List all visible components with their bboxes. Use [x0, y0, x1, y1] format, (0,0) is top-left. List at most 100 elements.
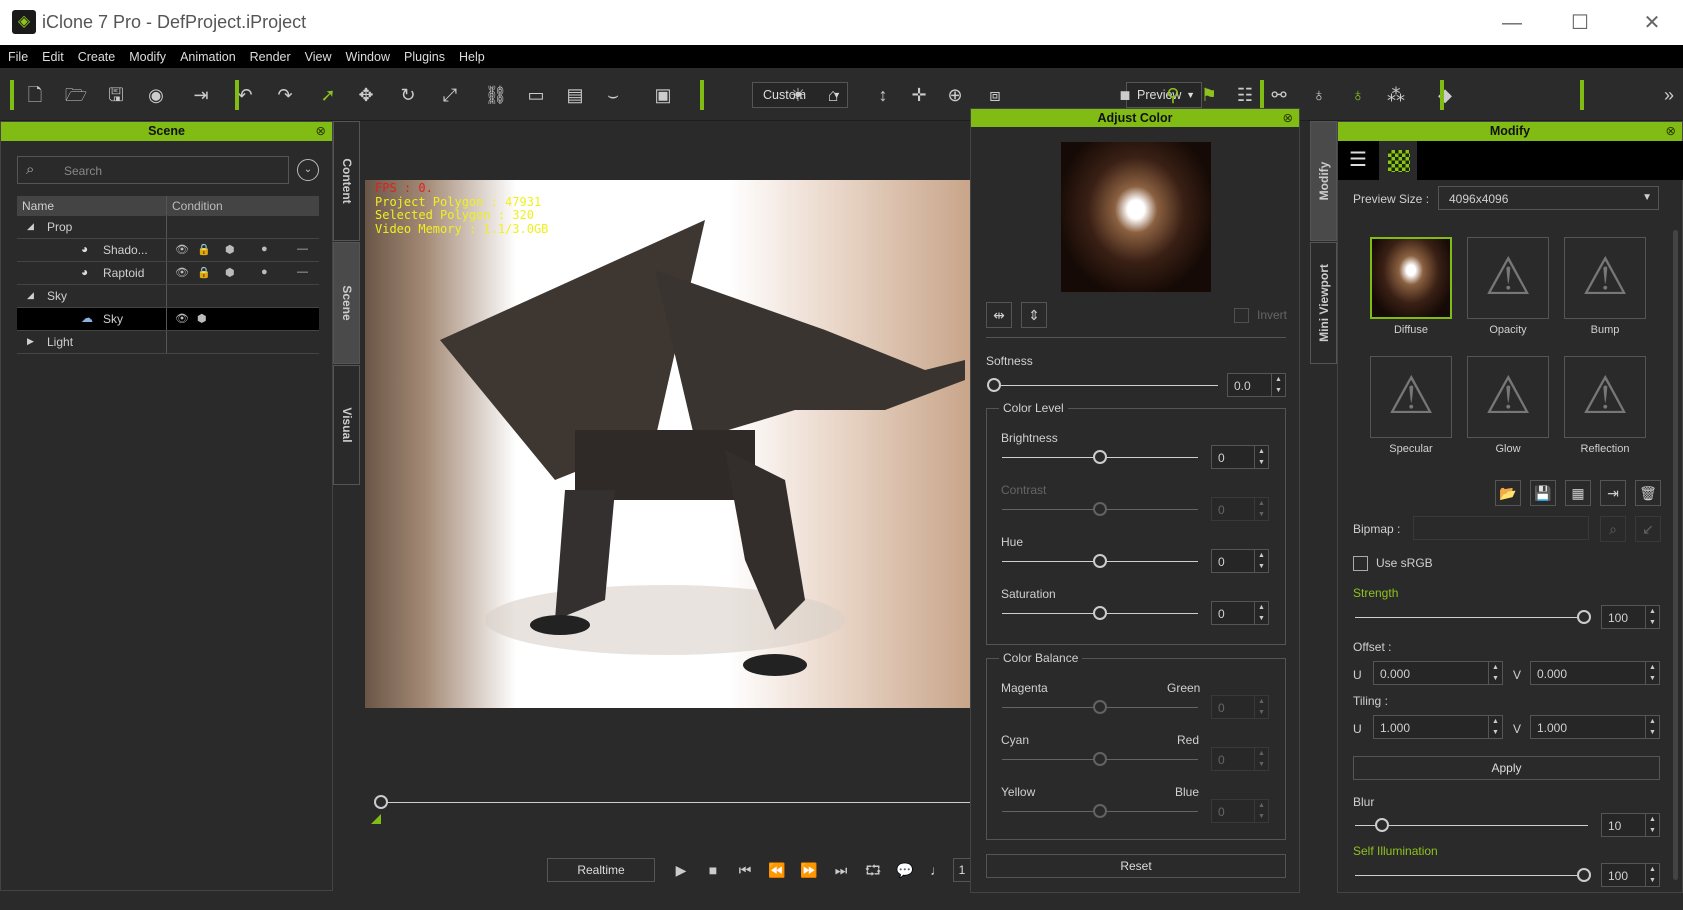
contrast-slider[interactable] — [1002, 502, 1198, 516]
slider-knob[interactable] — [1577, 610, 1591, 624]
select-arrow-icon[interactable]: ➚ — [315, 82, 341, 108]
menu-view[interactable]: View — [305, 50, 332, 64]
bipmap-clear-button[interactable]: ↙ — [1635, 516, 1661, 542]
slider-knob[interactable] — [1093, 554, 1107, 568]
strength-field[interactable]: 100 ▲ ▼ — [1601, 605, 1660, 629]
tab-modify[interactable]: Modify — [1310, 121, 1337, 241]
link-icon[interactable]: ⛓ — [483, 82, 509, 108]
scene-search-input[interactable]: ⌕ Search — [17, 156, 289, 184]
sun-icon[interactable]: ☀ — [785, 82, 811, 108]
cube-stack-icon[interactable]: ⁂ — [1383, 82, 1409, 108]
camera-orbit-icon[interactable]: ⊕ — [942, 82, 968, 108]
toolbar-more-button[interactable]: » — [1656, 82, 1682, 108]
save-image-button[interactable]: 💾 — [1530, 480, 1556, 506]
lock-icon[interactable]: 🔒 — [197, 243, 211, 256]
flip-vertical-button[interactable]: ⇕ — [1021, 302, 1047, 328]
spin-arrows-icon[interactable]: ▲ ▼ — [1271, 374, 1285, 396]
use-srgb-checkbox[interactable] — [1353, 556, 1368, 571]
go-end-icon[interactable]: ⏭ — [828, 857, 854, 883]
saturation-field[interactable]: 0 ▲ ▼ — [1211, 601, 1269, 625]
fit-vertical-icon[interactable]: ↕ — [870, 82, 896, 108]
yellow-blue-field[interactable]: 0 ▲ ▼ — [1211, 799, 1269, 823]
align-distribute-icon[interactable]: ▤ — [562, 82, 588, 108]
start-marker-icon[interactable] — [371, 814, 381, 824]
shadow-icon[interactable]: ● — [261, 266, 268, 278]
softness-field[interactable]: 0.0 ▲ ▼ — [1227, 373, 1286, 397]
loop-icon[interactable]: ⮔ — [860, 857, 886, 883]
fast-forward-icon[interactable]: ⏩ — [796, 857, 822, 883]
material-icon[interactable]: ⬢ — [225, 243, 235, 256]
filter-dropdown-icon[interactable]: ⌄ — [297, 159, 319, 181]
eye-icon[interactable]: 👁 — [175, 312, 189, 325]
timeline-slider[interactable] — [374, 795, 970, 809]
tiling-u-field[interactable]: 1.000 ▲ ▼ — [1373, 715, 1503, 739]
blur-field[interactable]: 10 ▲ ▼ — [1601, 813, 1660, 837]
invert-checkbox[interactable] — [1234, 308, 1249, 323]
strength-slider[interactable] — [1355, 610, 1591, 624]
more-icon[interactable]: — — [297, 243, 308, 255]
scale-icon[interactable]: ⤢ — [437, 82, 463, 108]
stop-icon[interactable]: ■ — [700, 857, 726, 883]
material-icon[interactable]: ⬢ — [225, 266, 235, 279]
flag-icon[interactable]: ⚑ — [1196, 82, 1222, 108]
minimize-button[interactable]: — — [1492, 8, 1532, 38]
box-view-icon[interactable]: ⧈ — [982, 82, 1008, 108]
offset-u-field[interactable]: 0.000 ▲ ▼ — [1373, 661, 1503, 685]
realtime-button[interactable]: Realtime — [547, 858, 655, 882]
gizmo-a-icon[interactable]: ♁ — [1306, 82, 1332, 108]
save-icon[interactable]: 🖫 — [103, 82, 129, 108]
bipmap-field[interactable] — [1413, 516, 1589, 540]
eye-icon[interactable]: 👁 — [175, 243, 189, 256]
slider-knob[interactable] — [1577, 868, 1591, 882]
magenta-green-slider[interactable] — [1002, 700, 1198, 714]
expand-arrow-icon[interactable]: ▶ — [27, 336, 34, 347]
render-preview-icon[interactable]: ◉ — [143, 82, 169, 108]
bipmap-browse-button[interactable]: ⌕ — [1600, 516, 1626, 542]
eye-icon[interactable]: 👁 — [175, 266, 189, 279]
collapse-arrow-icon[interactable]: ◢ — [27, 290, 34, 301]
settings-sliders-icon[interactable]: ☰ — [1338, 141, 1378, 180]
launch-editor-button[interactable]: ⇥ — [1600, 480, 1626, 506]
tiling-v-field[interactable]: 1.000 ▲ ▼ — [1530, 715, 1660, 739]
preview-size-dropdown[interactable]: 4096x4096 ▼ — [1438, 186, 1659, 210]
yellow-blue-slider[interactable] — [1002, 804, 1198, 818]
self-illumination-slider[interactable] — [1355, 868, 1591, 882]
tab-scene[interactable]: Scene — [333, 242, 360, 364]
subtitle-icon[interactable]: 💬 — [892, 857, 918, 883]
lock-icon[interactable]: 🔒 — [197, 266, 211, 279]
timeline-knob[interactable] — [374, 795, 388, 809]
apply-button[interactable]: Apply — [1353, 756, 1660, 780]
load-image-button[interactable]: 📂 — [1495, 480, 1521, 506]
home-icon[interactable]: ⌂ — [820, 82, 846, 108]
collapse-arrow-icon[interactable]: ◢ — [27, 221, 34, 232]
node-link-icon[interactable]: ⚯ — [1266, 82, 1292, 108]
menu-edit[interactable]: Edit — [42, 50, 64, 64]
close-panel-icon[interactable]: ⊗ — [316, 122, 326, 141]
hue-slider[interactable] — [1002, 554, 1198, 568]
align-left-icon[interactable]: ▭ — [523, 82, 549, 108]
shadow-icon[interactable]: ● — [261, 243, 268, 255]
fit-all-icon[interactable]: ✛ — [906, 82, 932, 108]
close-panel-icon[interactable]: ⊗ — [1666, 122, 1676, 141]
slider-knob[interactable] — [1375, 818, 1389, 832]
slider-knob[interactable] — [1093, 450, 1107, 464]
tab-visual[interactable]: Visual — [333, 365, 360, 485]
menu-plugins[interactable]: Plugins — [404, 50, 445, 64]
scrollbar[interactable] — [1673, 230, 1678, 880]
play-icon[interactable]: ▶ — [668, 857, 694, 883]
exit-to-icon[interactable]: ⇥ — [188, 82, 214, 108]
tree-row[interactable]: ◢ Prop — [17, 216, 319, 239]
channel-opacity-slot[interactable]: ⚠ — [1467, 237, 1549, 319]
reset-button[interactable]: Reset — [986, 854, 1286, 878]
more-icon[interactable]: — — [297, 266, 308, 278]
delete-image-button[interactable]: 🗑 — [1635, 480, 1661, 506]
cyan-red-field[interactable]: 0 ▲ ▼ — [1211, 747, 1269, 771]
magenta-green-field[interactable]: 0 ▲ ▼ — [1211, 695, 1269, 719]
flip-horizontal-button[interactable]: ⇹ — [986, 302, 1012, 328]
channel-glow-slot[interactable]: ⚠ — [1467, 356, 1549, 438]
go-start-icon[interactable]: ⏮ — [732, 857, 758, 883]
tree-row[interactable]: ▶ Light — [17, 331, 319, 354]
cyan-red-slider[interactable] — [1002, 752, 1198, 766]
brightness-slider[interactable] — [1002, 450, 1198, 464]
uv-grid-button[interactable]: ▦ — [1565, 480, 1591, 506]
